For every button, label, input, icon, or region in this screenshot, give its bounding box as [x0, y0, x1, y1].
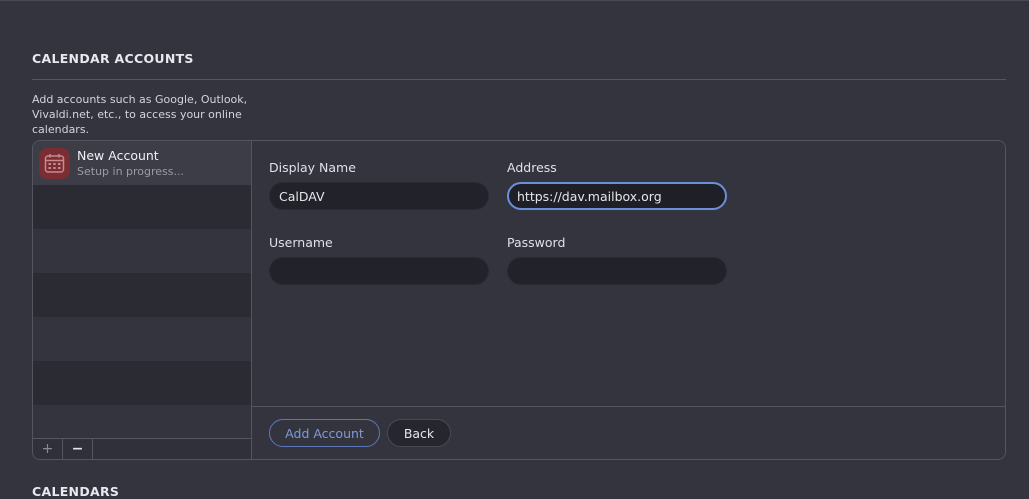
- account-item-new-account[interactable]: New Account Setup in progress...: [33, 141, 251, 185]
- add-account-button[interactable]: Add Account: [269, 419, 380, 447]
- password-label: Password: [507, 235, 566, 250]
- list-empty-row: [33, 273, 251, 317]
- display-name-input[interactable]: [269, 182, 489, 210]
- list-empty-row: [33, 185, 251, 229]
- calendar-icon: [39, 148, 70, 179]
- list-empty-row: [33, 361, 251, 405]
- username-input[interactable]: [269, 257, 489, 285]
- list-empty-row: [33, 317, 251, 361]
- account-list: New Account Setup in progress... + −: [33, 141, 252, 459]
- calendar-accounts-panel: New Account Setup in progress... + − Dis…: [32, 140, 1006, 460]
- address-label: Address: [507, 160, 557, 175]
- back-button[interactable]: Back: [387, 419, 451, 447]
- account-list-toolbar: + −: [33, 438, 251, 459]
- account-status: Setup in progress...: [77, 165, 185, 178]
- display-name-label: Display Name: [269, 160, 356, 175]
- password-input[interactable]: [507, 257, 727, 285]
- top-divider: [0, 0, 1029, 1]
- username-label: Username: [269, 235, 333, 250]
- list-empty-row: [33, 229, 251, 273]
- add-account-small-button[interactable]: +: [33, 439, 63, 459]
- address-input[interactable]: [507, 182, 727, 210]
- form-footer: Add Account Back: [252, 406, 1005, 459]
- account-form: Display Name Address Username Password: [252, 141, 1005, 406]
- section-description: Add accounts such as Google, Outlook, Vi…: [32, 93, 248, 136]
- account-name: New Account: [77, 148, 159, 163]
- section-divider: [32, 79, 1006, 80]
- section-title: CALENDAR ACCOUNTS: [32, 51, 194, 66]
- remove-account-button[interactable]: −: [63, 439, 93, 459]
